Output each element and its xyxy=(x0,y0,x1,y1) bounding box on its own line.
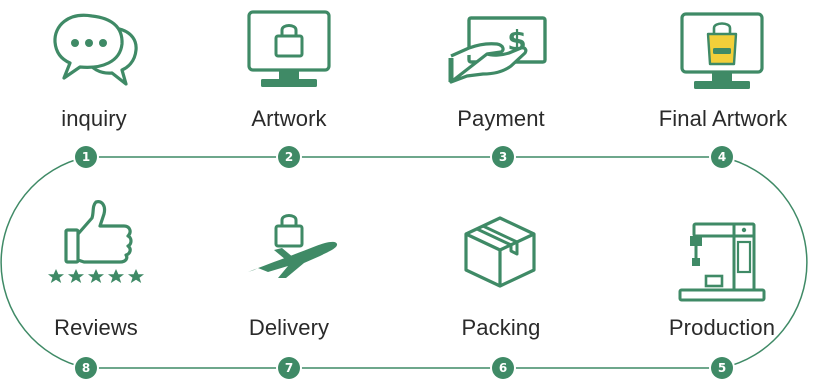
step-label-artwork: Artwork xyxy=(251,106,327,131)
monitor-bag-icon xyxy=(247,10,331,87)
hand-money-icon: $ xyxy=(448,16,547,84)
monitor-tote-bag-icon xyxy=(680,12,764,89)
process-diagram: $ inquiry Artwork Payment Final Artwork … xyxy=(0,0,824,380)
step-number-badge-3: 3 xyxy=(492,146,514,168)
step-number-badge-5: 5 xyxy=(711,357,733,379)
step-number-badge-2: 2 xyxy=(278,146,300,168)
step-number-badge-7: 7 xyxy=(278,357,300,379)
step-label-production: Production xyxy=(668,315,776,340)
step-number-badge-8: 8 xyxy=(75,357,97,379)
step-label-payment: Payment xyxy=(457,106,545,131)
sewing-machine-icon xyxy=(678,222,766,302)
step-label-packing: Packing xyxy=(461,315,541,340)
step-label-final-artwork: Final Artwork xyxy=(658,106,788,131)
step-number-badge-6: 6 xyxy=(492,357,514,379)
step-number-badge-4: 4 xyxy=(711,146,733,168)
thumbs-up-stars-icon xyxy=(48,200,144,283)
chat-bubbles-icon xyxy=(53,13,138,86)
step-label-inquiry: inquiry xyxy=(61,106,127,131)
step-number-badge-1: 1 xyxy=(75,146,97,168)
airplane-bag-icon xyxy=(248,214,338,278)
step-label-reviews: Reviews xyxy=(54,315,138,340)
box-icon xyxy=(464,216,536,288)
step-label-delivery: Delivery xyxy=(248,315,330,340)
